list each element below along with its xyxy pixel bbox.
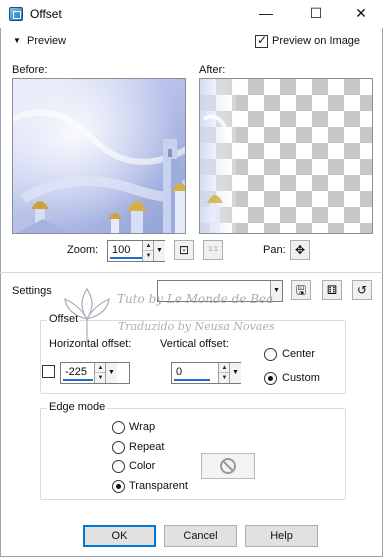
before-label: Before: bbox=[12, 64, 48, 76]
custom-radio[interactable] bbox=[264, 372, 277, 385]
help-button[interactable]: Help bbox=[245, 525, 318, 547]
transparent-label: Transparent bbox=[129, 480, 188, 492]
preview-on-image-checkbox[interactable] bbox=[255, 33, 268, 48]
app-icon bbox=[9, 7, 23, 21]
horizontal-offset-spinner[interactable]: -225 ▲ ▼ ▼ bbox=[60, 362, 130, 384]
zoom-fit-icon: ⊡ bbox=[178, 243, 190, 257]
edge-mode-legend: Edge mode bbox=[47, 401, 108, 413]
wrap-radio[interactable] bbox=[112, 421, 125, 434]
after-label: After: bbox=[199, 64, 226, 76]
no-color-icon bbox=[220, 458, 236, 474]
actual-size-button[interactable]: 1:1 bbox=[203, 240, 223, 260]
zoom-value: 100 bbox=[112, 244, 131, 256]
center-label: Center bbox=[282, 348, 316, 360]
horizontal-offset-underline bbox=[63, 379, 93, 381]
preview-label: Preview bbox=[27, 35, 67, 47]
lily-ornament-icon bbox=[64, 287, 110, 342]
cancel-button[interactable]: Cancel bbox=[164, 525, 237, 547]
title-bar[interactable]: Offset — ☐ ✕ bbox=[0, 0, 383, 28]
save-preset-button[interactable]: 🖫 bbox=[291, 280, 311, 300]
edge-mode-group bbox=[40, 408, 346, 500]
zoom-spin-arrows[interactable]: ▲ ▼ bbox=[142, 241, 154, 261]
dice-icon: ⚅ bbox=[326, 283, 338, 297]
zoom-value-underline bbox=[110, 257, 142, 259]
transparent-radio[interactable] bbox=[112, 480, 125, 493]
horizontal-dropdown-arrow[interactable]: ▼ bbox=[105, 363, 117, 383]
color-radio[interactable] bbox=[112, 460, 125, 473]
vertical-offset-value: 0 bbox=[176, 366, 183, 378]
zoom-label: Zoom: bbox=[67, 244, 99, 256]
zoom-dropdown-arrow[interactable]: ▼ bbox=[153, 241, 165, 261]
reset-button[interactable]: ↺ bbox=[352, 280, 372, 300]
actual-size-label: 1:1 bbox=[208, 246, 218, 253]
randomize-button[interactable]: ⚅ bbox=[322, 280, 342, 300]
repeat-label: Repeat bbox=[129, 441, 165, 453]
vertical-offset-spinner[interactable]: 0 ▲ ▼ ▼ bbox=[171, 362, 241, 384]
vertical-offset-underline bbox=[174, 379, 210, 381]
repeat-radio[interactable] bbox=[112, 441, 125, 454]
minimize-button[interactable]: — bbox=[246, 2, 286, 24]
reset-icon: ↺ bbox=[356, 283, 368, 297]
zoom-spinner[interactable]: 100 ▲ ▼ ▼ bbox=[107, 240, 165, 262]
horizontal-spin-arrows[interactable]: ▲ ▼ bbox=[94, 363, 106, 383]
castle-image bbox=[13, 79, 185, 233]
divider bbox=[0, 272, 383, 273]
pan-button[interactable]: ✥ bbox=[290, 240, 310, 260]
save-icon: 🖫 bbox=[295, 283, 307, 297]
wrap-label: Wrap bbox=[129, 421, 156, 433]
ok-button[interactable]: OK bbox=[83, 525, 156, 547]
horizontal-offset-value: -225 bbox=[65, 366, 88, 378]
vertical-spin-arrows[interactable]: ▲ ▼ bbox=[218, 363, 230, 383]
watermark-line-1: Tuto by Le Monde de Bea bbox=[117, 292, 274, 306]
custom-label: Custom bbox=[282, 372, 320, 384]
vertical-offset-label: Vertical offset: bbox=[160, 338, 229, 350]
pan-label: Pan: bbox=[263, 244, 286, 256]
preview-toggle[interactable]: ▼ Preview bbox=[13, 34, 83, 50]
offset-lock-checkbox[interactable] bbox=[42, 365, 55, 378]
color-label: Color bbox=[129, 460, 156, 472]
settings-label: Settings bbox=[12, 285, 52, 297]
zoom-fit-button[interactable]: ⊡ bbox=[174, 240, 194, 260]
pan-move-icon: ✥ bbox=[294, 243, 306, 257]
window-title: Offset bbox=[30, 7, 62, 21]
after-preview-image[interactable] bbox=[199, 78, 373, 234]
preview-on-image-label: Preview on Image bbox=[272, 35, 361, 47]
watermark-line-2: Traduzido by Neusa Novaes bbox=[118, 320, 275, 333]
center-radio[interactable] bbox=[264, 348, 277, 361]
edge-color-swatch[interactable] bbox=[201, 453, 255, 479]
triangle-down-icon: ▼ bbox=[13, 36, 21, 45]
close-button[interactable]: ✕ bbox=[341, 2, 381, 24]
maximize-button[interactable]: ☐ bbox=[296, 2, 336, 24]
vertical-dropdown-arrow[interactable]: ▼ bbox=[229, 363, 241, 383]
before-preview-image[interactable] bbox=[12, 78, 186, 234]
after-image-sliver bbox=[200, 79, 236, 233]
watermark-ornament bbox=[62, 284, 112, 344]
